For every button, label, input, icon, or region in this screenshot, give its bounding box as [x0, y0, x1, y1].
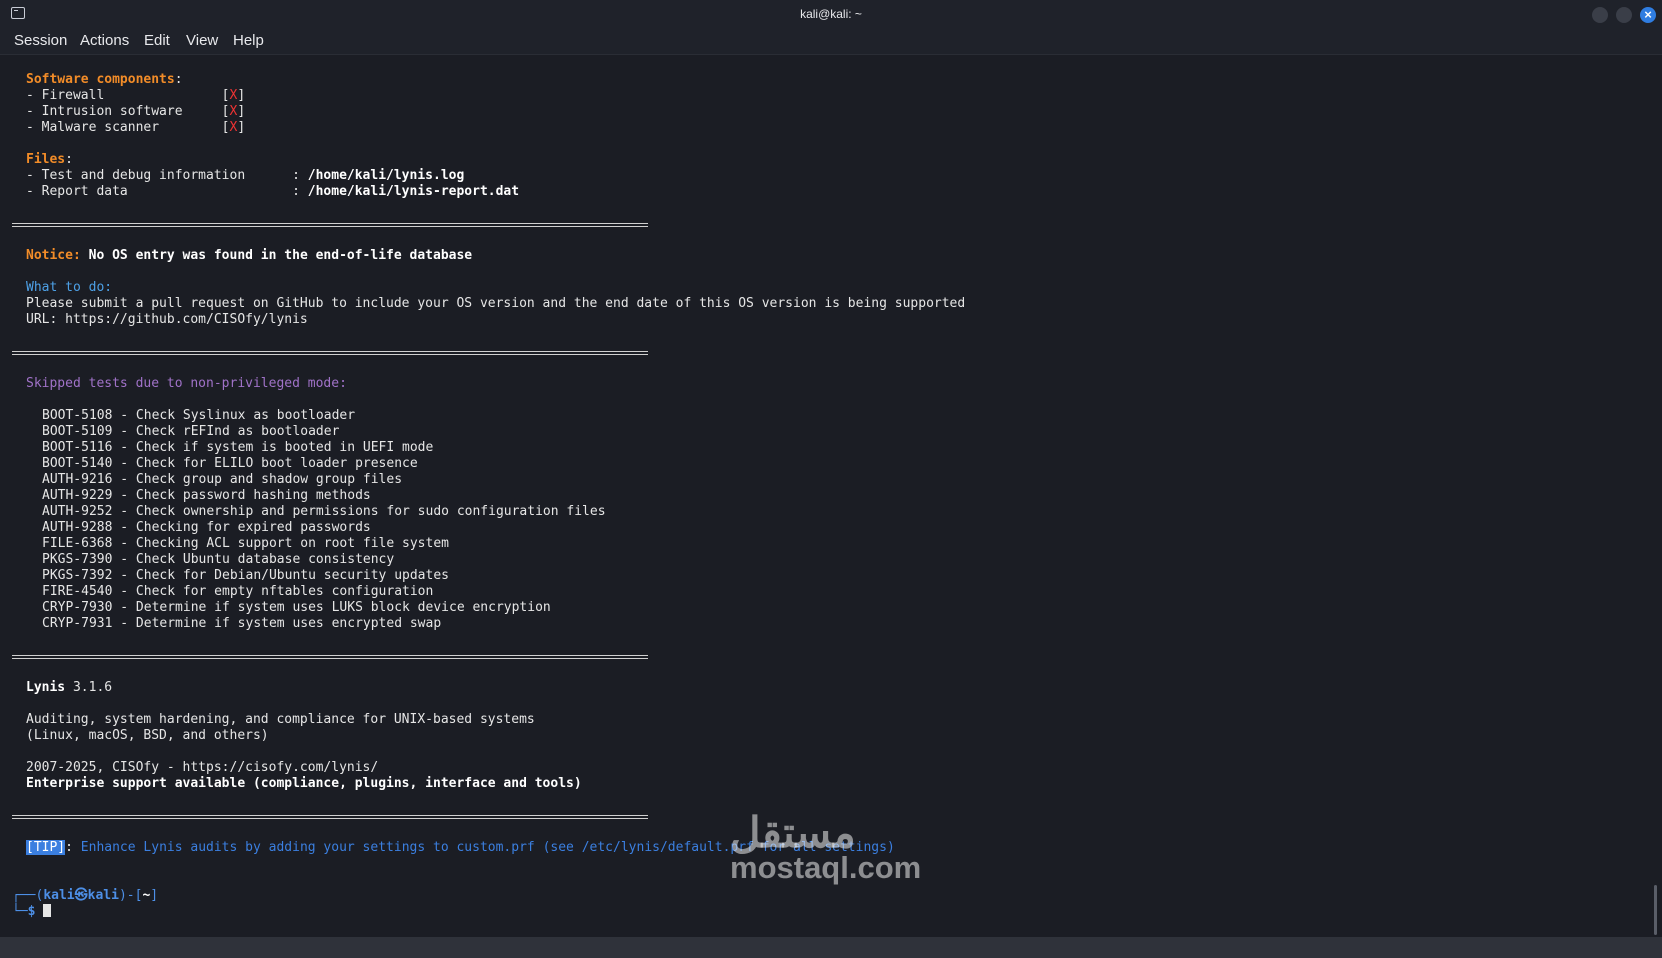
menu-help[interactable]: Help: [233, 32, 264, 49]
software-item: - Intrusion software [X]: [26, 104, 246, 119]
maximize-button[interactable]: [1616, 7, 1632, 23]
skipped-test: FILE-6368 - Checking ACL support on root…: [42, 536, 449, 551]
status-bar: [0, 937, 1662, 958]
lynis-platforms: (Linux, macOS, BSD, and others): [26, 728, 269, 743]
lynis-copyright: 2007-2025, CISOfy - https://cisofy.com/l…: [26, 760, 379, 775]
skipped-test: AUTH-9288 - Checking for expired passwor…: [42, 520, 371, 535]
separator: [12, 815, 648, 819]
skipped-test: BOOT-5109 - Check rEFInd as bootloader: [42, 424, 340, 439]
skipped-test: FIRE-4540 - Check for empty nftables con…: [42, 584, 434, 599]
close-button[interactable]: ×: [1640, 7, 1656, 23]
skipped-test: PKGS-7390 - Check Ubuntu database consis…: [42, 552, 395, 567]
file-item: - Test and debug information : /home/kal…: [26, 168, 465, 183]
skipped-test: CRYP-7931 - Determine if system uses enc…: [42, 616, 442, 631]
scrollbar-thumb[interactable]: [1654, 885, 1657, 935]
notice-instructions: Please submit a pull request on GitHub t…: [26, 296, 966, 311]
files-heading: Files:: [26, 152, 73, 167]
watermark-text: mostaql.com: [730, 850, 922, 885]
tip-badge: [TIP]: [26, 840, 66, 855]
skipped-test: BOOT-5108 - Check Syslinux as bootloader: [42, 408, 356, 423]
skipped-test: BOOT-5116 - Check if system is booted in…: [42, 440, 434, 455]
skipped-test: AUTH-9252 - Check ownership and permissi…: [42, 504, 606, 519]
lynis-enterprise: Enterprise support available (compliance…: [26, 776, 582, 791]
software-item: - Firewall [X]: [26, 88, 246, 103]
menu-edit[interactable]: Edit: [144, 32, 170, 49]
notice-url: URL: https://github.com/CISOfy/lynis: [26, 312, 308, 327]
separator: [12, 655, 648, 659]
skipped-test: PKGS-7392 - Check for Debian/Ubuntu secu…: [42, 568, 449, 583]
software-heading: Software components:: [26, 72, 183, 87]
minimize-button[interactable]: [1592, 7, 1608, 23]
separator: [12, 351, 648, 355]
title-bar: kali@kali: ~ ×: [0, 0, 1662, 28]
skipped-test: CRYP-7930 - Determine if system uses LUK…: [42, 600, 551, 615]
skipped-test: AUTH-9216 - Check group and shadow group…: [42, 472, 403, 487]
scrollbar[interactable]: [1652, 55, 1662, 937]
separator: [12, 223, 648, 227]
lynis-description: Auditing, system hardening, and complian…: [26, 712, 535, 727]
skipped-test: BOOT-5140 - Check for ELILO boot loader …: [42, 456, 418, 471]
window-title: kali@kali: ~: [800, 7, 862, 21]
lynis-version-line: Lynis 3.1.6: [26, 680, 113, 695]
menu-view[interactable]: View: [186, 32, 218, 49]
text-cursor: [43, 904, 52, 917]
skipped-heading: Skipped tests due to non-privileged mode…: [26, 376, 347, 391]
skipped-test: AUTH-9229 - Check password hashing metho…: [42, 488, 371, 503]
terminal-output[interactable]: Software components: - Firewall [X] - In…: [0, 55, 1652, 937]
prompt-line: ┌──(kali㉿kali)-[~]: [12, 888, 159, 903]
software-item: - Malware scanner [X]: [26, 120, 246, 135]
notice-line: Notice: No OS entry was found in the end…: [26, 248, 473, 263]
what-to-do-label: What to do:: [26, 280, 113, 295]
menu-session[interactable]: Session: [14, 32, 67, 49]
menu-bar: Session Actions Edit View Help: [0, 28, 1662, 55]
menu-actions[interactable]: Actions: [80, 32, 129, 49]
prompt-input-line[interactable]: └─$: [12, 904, 52, 920]
file-item: - Report data : /home/kali/lynis-report.…: [26, 184, 520, 199]
